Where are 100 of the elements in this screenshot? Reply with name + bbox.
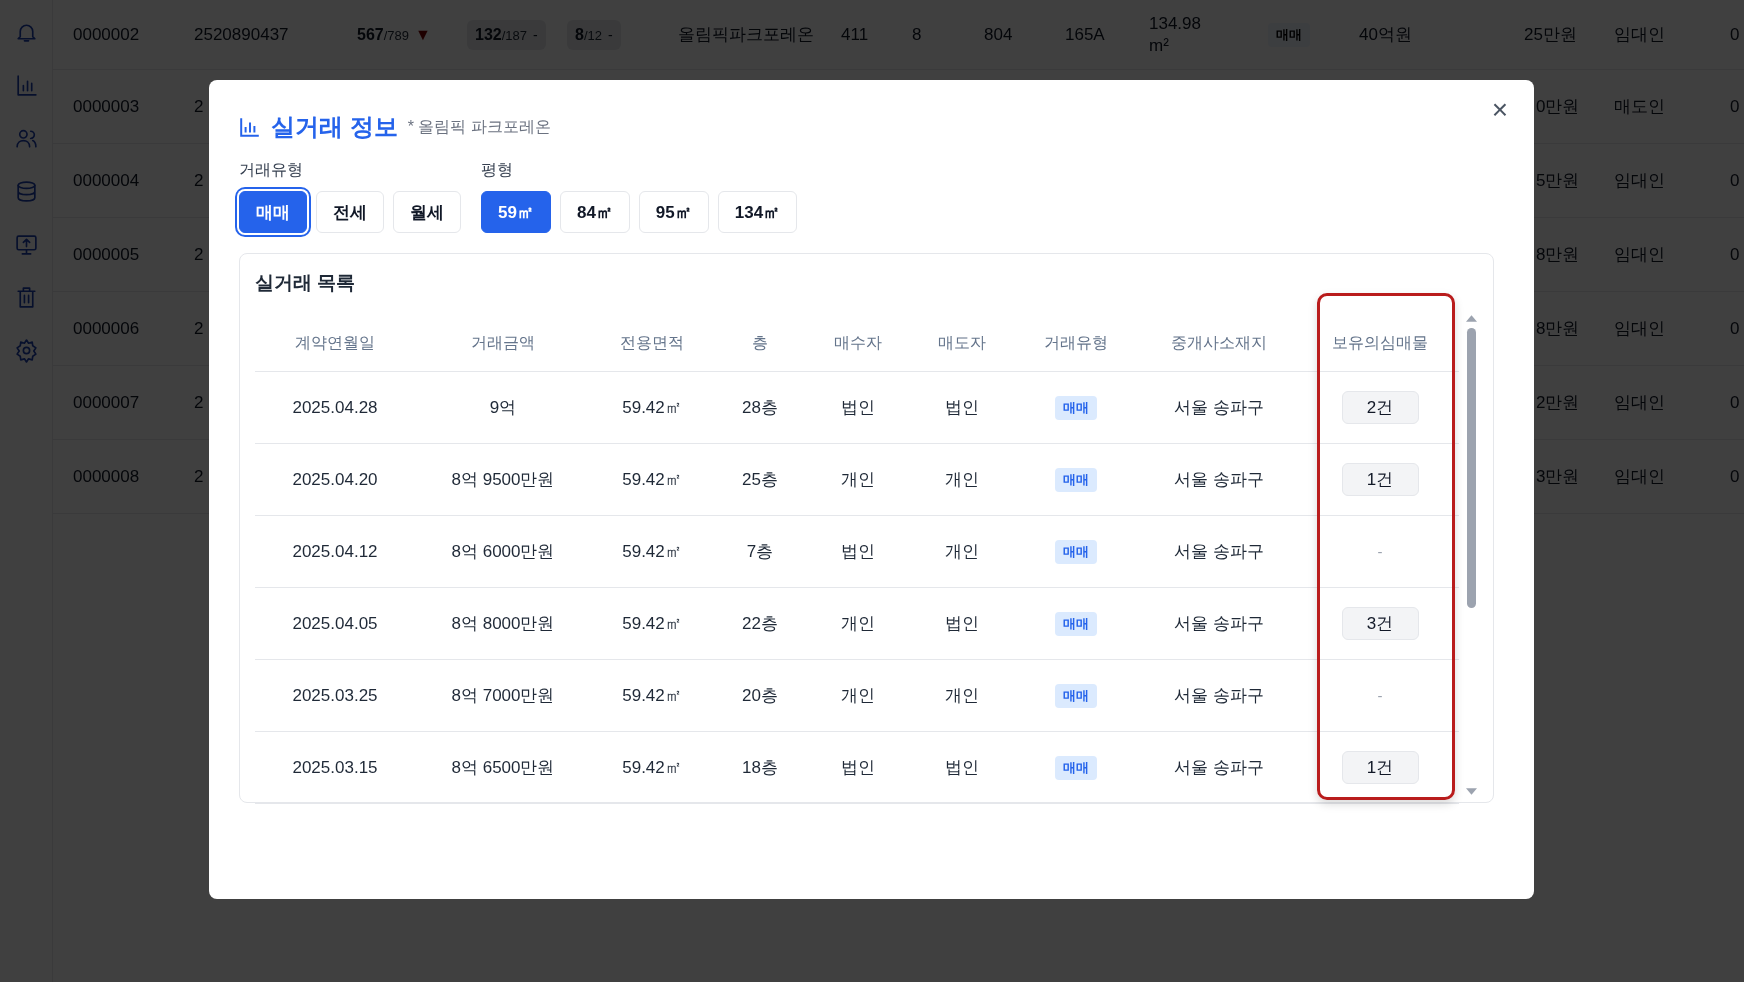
table-cell: 2 (194, 96, 204, 117)
table-cell: 2 (194, 466, 204, 487)
deal-type-badge: 매매 (1055, 755, 1097, 780)
deal-type-badge: 매매 (1055, 467, 1097, 492)
table-cell-text: 서울 송파구 (1173, 613, 1265, 635)
bar-chart-icon (239, 116, 261, 138)
table-cell-text: 개인 (944, 469, 980, 491)
table-cell: 0000003 (73, 96, 140, 117)
count-button[interactable]: 3건 (1341, 607, 1419, 640)
table-cell: 0 (1730, 170, 1740, 191)
deal-type-badge: 매매 (1055, 683, 1097, 708)
scroll-down-icon[interactable] (1466, 788, 1477, 795)
table-cell-text: 22층 (741, 613, 779, 635)
filter-button[interactable]: 95㎡ (638, 191, 709, 233)
table-cell-text: 40억원 (1359, 24, 1412, 46)
column-header: 거래유형 (1043, 332, 1109, 353)
table-cell-text: 59.42㎡ (621, 685, 683, 707)
table-cell: 0 (1730, 392, 1740, 413)
table-cell-text: 임대인 (1614, 318, 1665, 340)
table-cell: 2 (194, 318, 204, 339)
table-cell-text: 서울 송파구 (1173, 541, 1265, 563)
close-button[interactable]: × (1487, 96, 1512, 124)
table-cell-text: 개인 (840, 685, 876, 707)
table-cell-text: 59.42㎡ (621, 613, 683, 635)
table-cell: 0000004 (73, 170, 140, 191)
table-cell: 0 (1730, 466, 1740, 487)
table-cell-text: 2025.03.25 (291, 685, 379, 706)
filter-button[interactable]: 59㎡ (481, 191, 551, 233)
table-cell-text: 18층 (741, 757, 779, 779)
table-cell-text: 8만원 (1536, 244, 1580, 266)
table-cell-text: 임대인 (1614, 170, 1665, 192)
table-cell: 0 (1730, 318, 1740, 339)
table-cell-text: 8만원 (1536, 318, 1580, 340)
table-cell-text: 서울 송파구 (1173, 397, 1265, 419)
table-cell: 0000007 (73, 392, 140, 413)
table-cell: 0000005 (73, 244, 140, 265)
table-cell-text: 서울 송파구 (1173, 469, 1265, 491)
table-cell-text: 2025.04.12 (291, 541, 379, 562)
table-cell-text: 3만원 (1536, 466, 1580, 488)
table-cell-text: 임대인 (1614, 392, 1665, 414)
filter-button[interactable]: 월세 (393, 191, 461, 233)
table-cell: 2520890437 (194, 24, 289, 45)
deal-type-badge: 매매 (1055, 395, 1097, 420)
table-cell: - (1377, 687, 1383, 704)
table-cell: 411 (841, 24, 869, 45)
table-cell-text: 8억 7000만원 (450, 685, 556, 707)
table-cell-text: 개인 (944, 685, 980, 707)
table-cell-text: 개인 (840, 613, 876, 635)
table-cell-text: 59.42㎡ (621, 541, 683, 563)
scroll-up-icon[interactable] (1466, 315, 1477, 322)
table-cell: 804 (984, 24, 1013, 45)
column-header: 계약연월일 (294, 332, 376, 353)
table-cell: 165A (1065, 24, 1105, 45)
filter-button[interactable]: 134㎡ (717, 191, 798, 233)
table-cell-text: 매도인 (1614, 96, 1665, 118)
table-cell-text: 개인 (944, 541, 980, 563)
table-cell-text: 8억 8000만원 (450, 613, 556, 635)
table-cell-text: 2025.03.15 (291, 757, 379, 778)
table-cell-text: 25층 (741, 469, 779, 491)
count-button[interactable]: 2건 (1341, 391, 1419, 424)
table-cell-text: 2025.04.20 (291, 469, 379, 490)
modal-title: 실거래 정보 (271, 112, 398, 142)
column-header: 매도자 (937, 332, 987, 353)
table-cell: - (1377, 543, 1383, 560)
filter-button[interactable]: 84㎡ (559, 191, 630, 233)
table-cell-text: 8억 9500만원 (450, 469, 556, 491)
table-cell: 0 (1730, 96, 1740, 117)
table-cell-text: 134.98 m² (1149, 12, 1202, 57)
table-cell-text: 8억 6500만원 (450, 757, 556, 779)
scrollbar[interactable] (1465, 315, 1478, 795)
table-cell-text: 59.42㎡ (621, 397, 683, 419)
filter-label: 평형 (481, 160, 514, 180)
table-cell-text: 법인 (840, 757, 876, 779)
ratio-text: 567/789 ▼ (356, 24, 432, 45)
column-header: 층 (751, 332, 769, 353)
table-cell-text: 법인 (840, 397, 876, 419)
column-header: 보유의심매물 (1331, 332, 1429, 353)
table-cell-text: 서울 송파구 (1173, 757, 1265, 779)
count-button[interactable]: 1건 (1341, 751, 1419, 784)
deal-type-badge: 매매 (1055, 611, 1097, 636)
table-cell-text: 법인 (944, 757, 980, 779)
table-cell: 0000008 (73, 466, 140, 487)
table-cell-text: 임대인 (1614, 466, 1665, 488)
table-cell-text: 0만원 (1536, 96, 1580, 118)
table-cell-text: 개인 (840, 469, 876, 491)
table-cell: 2 (194, 244, 204, 265)
table-cell-text: 올림픽파크포레온 (678, 24, 814, 46)
table-cell-text: 9억 (488, 397, 518, 419)
table-cell-text: 서울 송파구 (1173, 685, 1265, 707)
table-cell: 2 (194, 392, 204, 413)
modal-subtitle: * 올림픽 파크포레온 (407, 116, 551, 137)
table-cell: 8 (912, 24, 922, 45)
table-cell-text: 임대인 (1614, 244, 1665, 266)
table-cell-text: 법인 (840, 541, 876, 563)
column-header: 매수자 (833, 332, 883, 353)
filter-label: 거래유형 (239, 160, 304, 180)
count-button[interactable]: 1건 (1341, 463, 1419, 496)
table-cell-text: 2만원 (1536, 392, 1580, 414)
column-header: 전용면적 (619, 332, 685, 353)
filter-button[interactable]: 전세 (316, 191, 384, 233)
